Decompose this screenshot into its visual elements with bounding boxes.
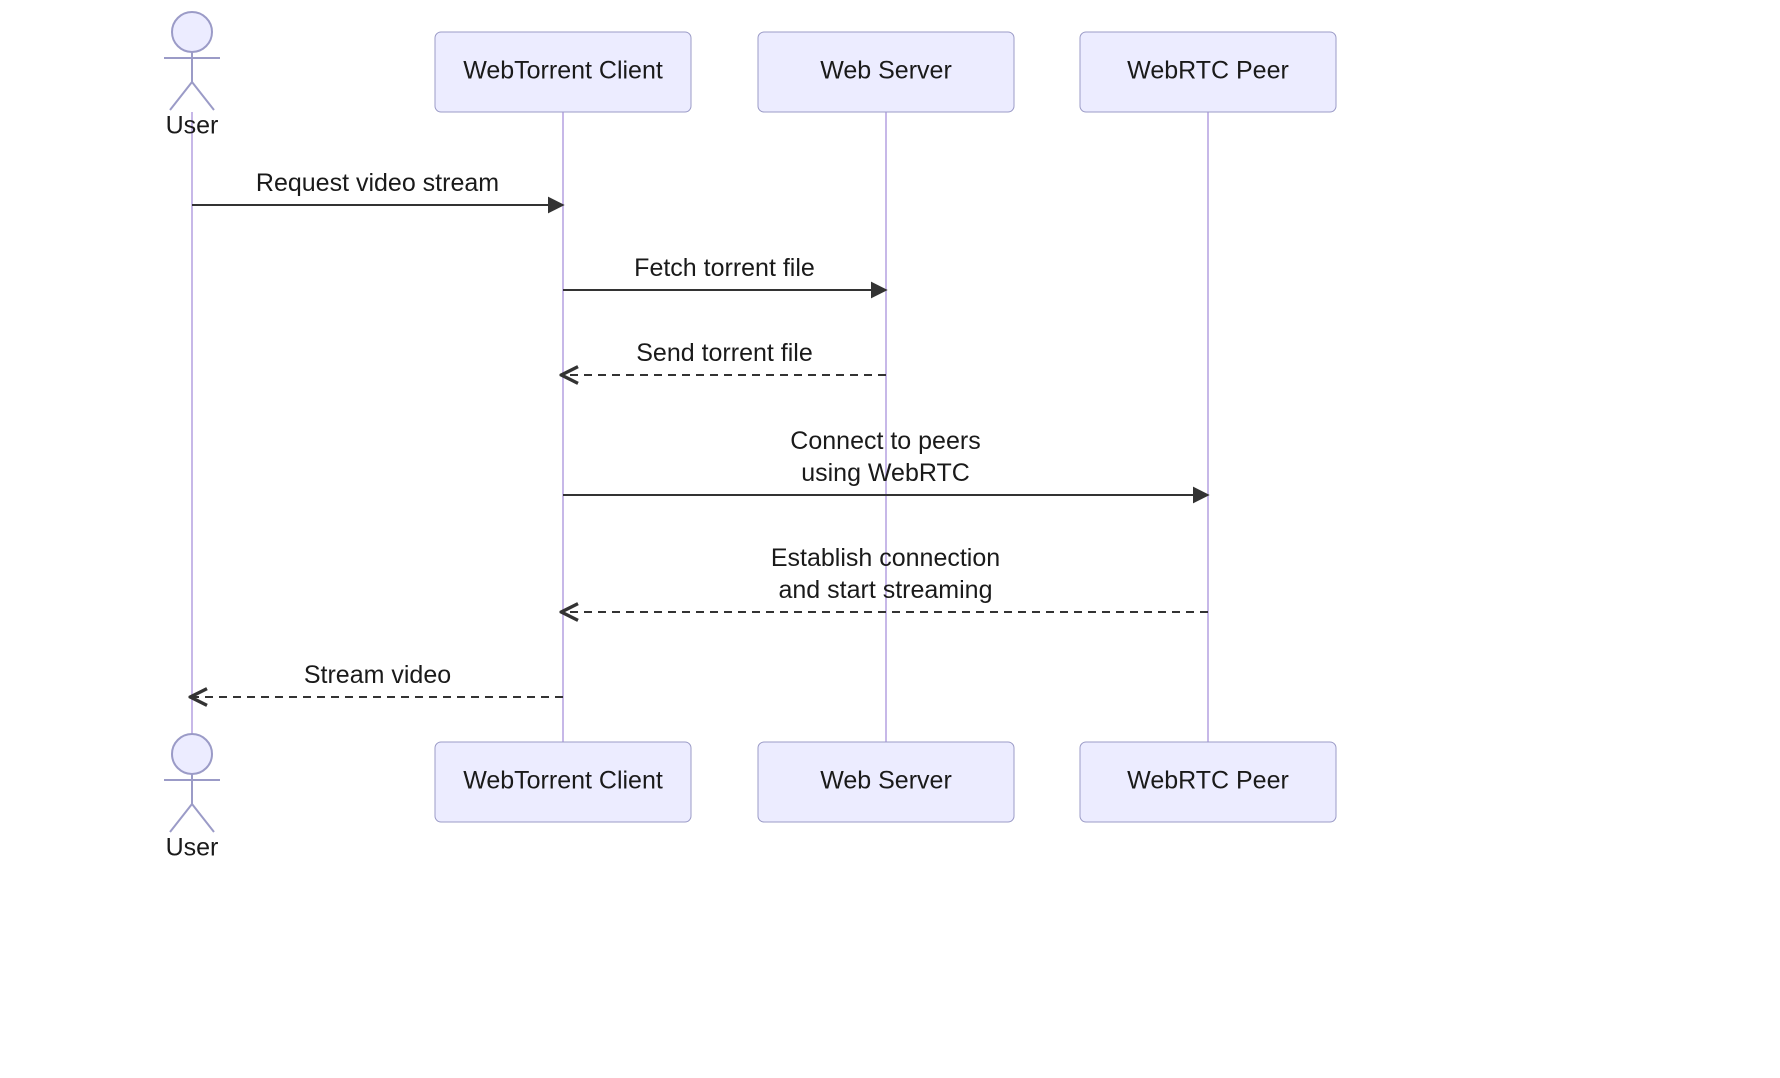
message-label-3-line0: Connect to peers xyxy=(790,427,980,455)
participant-label-server-top: Web Server xyxy=(820,57,952,85)
message-label-4-line0: Establish connection xyxy=(771,544,1000,572)
message-label-2: Send torrent file xyxy=(636,339,813,367)
actor-bottom-user xyxy=(164,734,220,832)
message-label-0: Request video stream xyxy=(256,169,499,197)
message-label-4-line1: and start streaming xyxy=(779,576,993,604)
participant-label-client-top: WebTorrent Client xyxy=(463,57,663,85)
participant-label-peer-bottom: WebRTC Peer xyxy=(1127,767,1289,795)
actor-top-user xyxy=(164,12,220,110)
participant-label-client-bottom: WebTorrent Client xyxy=(463,767,663,795)
sequence-diagram: User User WebTorrent Client WebTorrent Clie… xyxy=(0,0,1780,1078)
participant-label-server-bottom: Web Server xyxy=(820,767,952,795)
participant-label-peer-top: WebRTC Peer xyxy=(1127,57,1289,85)
message-label-1: Fetch torrent file xyxy=(634,254,815,282)
message-label-5: Stream video xyxy=(304,661,451,689)
message-label-3-line1: using WebRTC xyxy=(801,459,970,487)
actor-label-user-bottom: User xyxy=(166,834,219,862)
actor-label-user-top: User xyxy=(166,112,219,140)
